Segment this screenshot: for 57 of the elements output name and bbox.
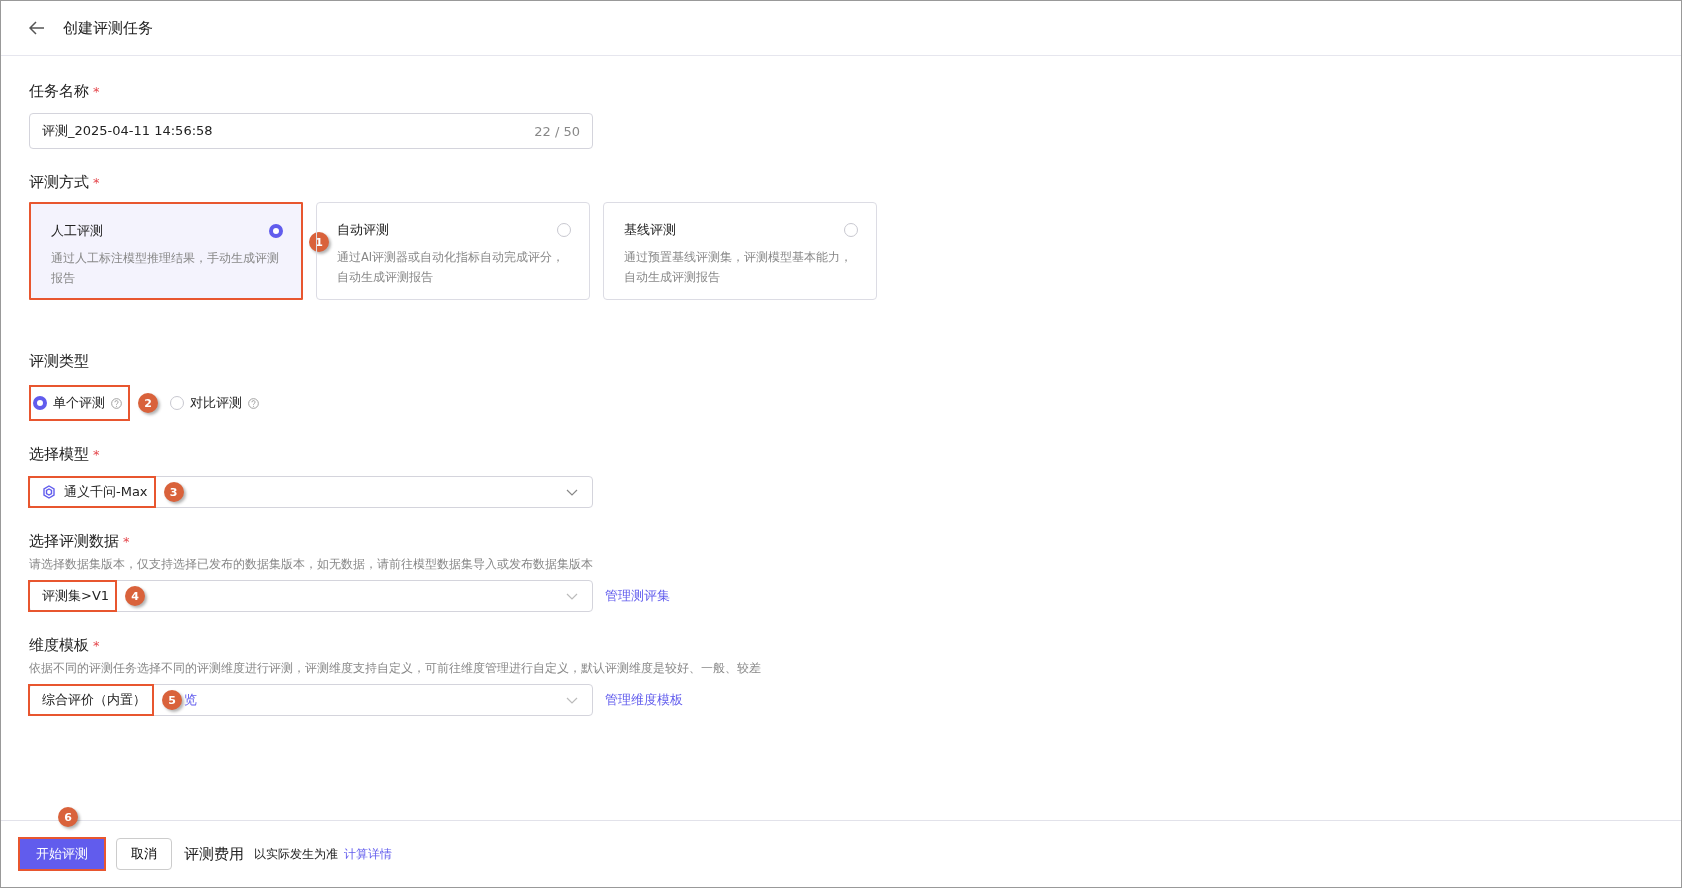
field-label: 评测方式	[29, 173, 89, 192]
field-label: 选择评测数据	[29, 532, 119, 551]
preview-link[interactable]: 览	[184, 691, 197, 709]
dataset-select[interactable]: 评测集>V1 4	[29, 580, 593, 612]
chevron-down-icon	[566, 593, 578, 600]
radio-button[interactable]	[557, 223, 571, 237]
model-select[interactable]: 通义千问-Max 3	[29, 476, 593, 508]
fee-label: 评测费用	[184, 844, 244, 864]
back-arrow-icon[interactable]	[29, 21, 45, 35]
radio-button[interactable]	[33, 396, 47, 410]
required-mark: *	[93, 175, 100, 190]
help-icon[interactable]	[111, 397, 122, 409]
template-select[interactable]: 综合评价（内置） 5 览	[29, 684, 593, 716]
select-value: 通义千问-Max	[64, 483, 148, 501]
select-value: 评测集>V1	[42, 587, 110, 605]
cancel-button[interactable]: 取消	[116, 838, 172, 870]
radio-button[interactable]	[170, 396, 184, 410]
required-mark: *	[93, 638, 100, 653]
radio-button[interactable]	[844, 223, 858, 237]
field-label: 选择模型	[29, 445, 89, 464]
field-label: 评测类型	[29, 352, 89, 371]
character-counter: 22 / 50	[534, 123, 580, 139]
fee-details-link[interactable]: 计算详情	[344, 845, 392, 863]
required-mark: *	[123, 534, 130, 549]
field-label: 任务名称	[29, 82, 89, 101]
select-value: 综合评价（内置）	[42, 691, 146, 709]
page-title: 创建评测任务	[63, 18, 153, 38]
step-badge: 2	[138, 393, 158, 413]
card-description: 通过人工标注模型推理结果，手动生成评测报告	[51, 250, 280, 287]
fee-note: 以实际发生为准	[254, 845, 338, 863]
card-description: 通过AI评测器或自动化指标自动完成评分，自动生成评测报告	[337, 249, 566, 286]
radio-label[interactable]: 对比评测	[190, 394, 242, 412]
card-description: 通过预置基线评测集，评测模型基本能力，自动生成评测报告	[624, 249, 853, 286]
step-badge: 5	[162, 690, 182, 710]
field-label: 维度模板	[29, 636, 89, 655]
manage-link[interactable]: 管理维度模板	[605, 691, 683, 709]
help-icon[interactable]	[248, 397, 259, 409]
chevron-down-icon	[566, 489, 578, 496]
card-title: 人工评测	[51, 222, 103, 240]
required-mark: *	[93, 84, 100, 99]
chevron-down-icon	[566, 697, 578, 704]
required-mark: *	[93, 447, 100, 462]
step-badge: 1	[309, 232, 329, 252]
model-logo-icon	[42, 485, 56, 499]
method-card[interactable]: 基线评测 通过预置基线评测集，评测模型基本能力，自动生成评测报告	[603, 202, 877, 300]
radio-button[interactable]	[269, 224, 283, 238]
hint-text: 请选择数据集版本，仅支持选择已发布的数据集版本，如无数据，请前往模型数据集导入或发布数据集版本	[29, 557, 594, 572]
step-badge: 4	[125, 586, 146, 606]
manage-link[interactable]: 管理测评集	[605, 587, 670, 605]
card-title: 基线评测	[624, 221, 676, 239]
step-badge: 6	[58, 807, 78, 827]
start-button[interactable]: 开始评测	[18, 837, 106, 871]
card-title: 自动评测	[337, 221, 389, 239]
hint-text: 依据不同的评测任务选择不同的评测维度进行评测，评测维度支持自定义，可前往维度管理进行自定义，默认评测维度是较好、一般、较差	[29, 661, 762, 676]
task-name-field[interactable]: 评测_2025-04-11 14:56:58 22 / 50	[29, 113, 593, 149]
step-badge: 3	[163, 482, 184, 502]
field-value: 评测_2025-04-11 14:56:58	[42, 122, 213, 140]
